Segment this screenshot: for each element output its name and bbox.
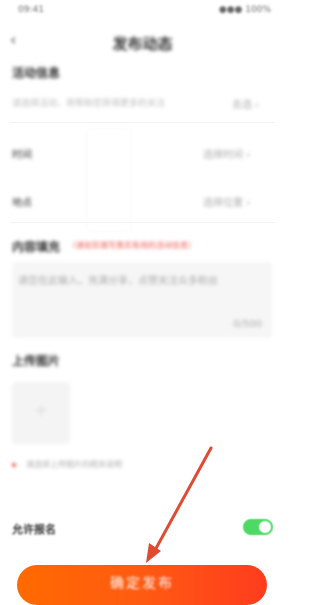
page-title: 发布动态 xyxy=(112,35,173,53)
toggle-knob xyxy=(259,521,271,533)
notice-text: 请选择上传图片的相关说明 xyxy=(26,460,122,469)
allow-signup-label: 允许报名 xyxy=(12,523,56,536)
char-count: 0/500 xyxy=(233,319,262,330)
content-hint: （请如实填写真实有效的活动信息） xyxy=(68,241,196,250)
time-value: 选择时间 › xyxy=(203,150,251,161)
content-placeholder: 请您在此输入，充满分享，点赞关注众多粉丝 xyxy=(18,276,218,287)
notice-dot-icon xyxy=(12,463,16,467)
time-label: 时间 xyxy=(12,150,32,161)
activity-info-title: 活动信息 xyxy=(12,66,61,80)
confirm-publish-label: 确定发布 xyxy=(110,576,174,592)
blank-region xyxy=(100,370,140,440)
upload-image-box[interactable]: + xyxy=(12,382,70,444)
plus-icon: + xyxy=(33,400,49,421)
location-value: 选择位置 › xyxy=(203,198,251,209)
upload-title: 上传图片 xyxy=(12,354,61,368)
activity-select-value: 请选择活动，将帮助您获得更多的关注 xyxy=(12,99,166,109)
activity-select-chevron: 去选 › xyxy=(232,100,260,111)
allow-signup-toggle[interactable] xyxy=(243,519,273,535)
content-textarea[interactable]: 请您在此输入，充满分享，点赞关注众多粉丝 0/500 xyxy=(12,262,272,338)
confirm-publish-button[interactable]: 确定发布 xyxy=(17,565,267,605)
nav-bar: ‹ 发布动态 xyxy=(0,22,285,58)
status-time: 09:41 xyxy=(18,5,44,15)
content-title: 内容填充 xyxy=(12,240,61,254)
blank-region xyxy=(88,130,130,230)
divider xyxy=(10,222,275,223)
divider xyxy=(10,122,275,123)
location-label: 地点 xyxy=(12,198,32,209)
status-indicators: ●●● 100% xyxy=(218,5,271,15)
status-bar: 09:41 ●●● 100% xyxy=(0,0,285,22)
